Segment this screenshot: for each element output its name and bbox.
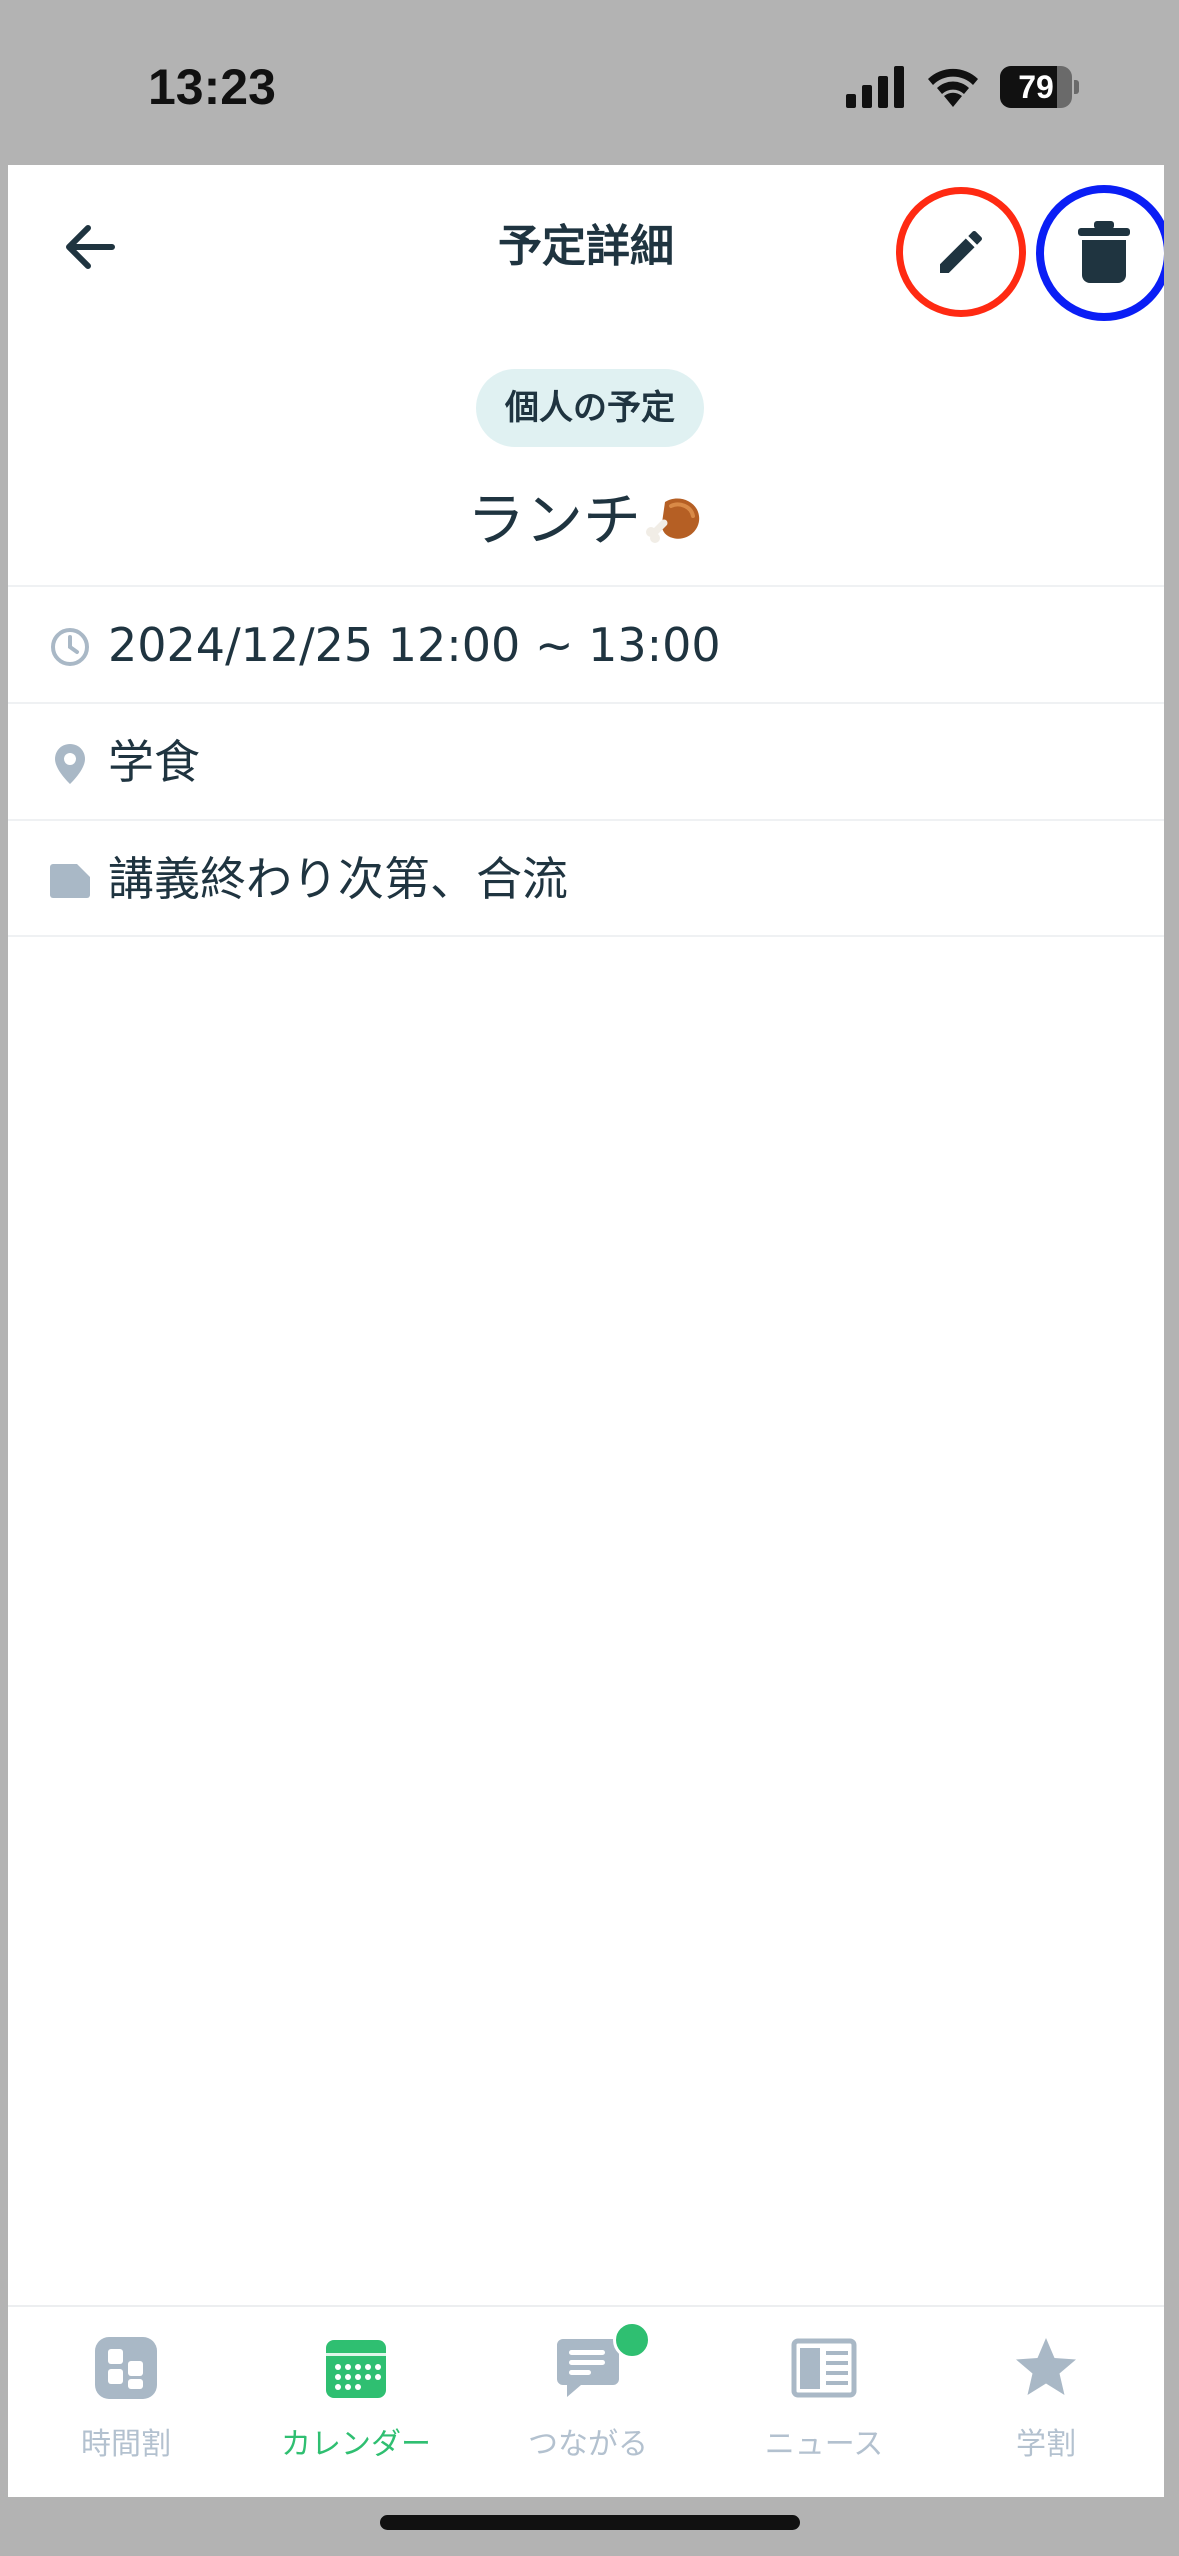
- tab-label: 学割: [1016, 2427, 1076, 2462]
- bottom-tab-bar: 時間割 カレンダー つながる ニュース 学割: [8, 2305, 1164, 2497]
- event-location: 学食: [108, 735, 200, 789]
- event-datetime: 2024/12/25 12:00 ~ 13:00: [108, 618, 721, 672]
- battery-level: 79: [1018, 69, 1054, 105]
- battery-indicator: 79: [1000, 66, 1080, 108]
- event-title-line: ランチ: [8, 475, 1164, 565]
- event-title: ランチ: [466, 486, 641, 554]
- cellular-signal-icon: [846, 66, 904, 108]
- tab-label: ニュース: [764, 2427, 884, 2462]
- trash-icon: [1078, 221, 1130, 283]
- tab-label: 時間割: [81, 2427, 171, 2462]
- tab-label: つながる: [528, 2427, 648, 2462]
- timetable-icon: [95, 2337, 157, 2399]
- tab-label: カレンダー: [281, 2427, 431, 2462]
- tab-news[interactable]: ニュース: [706, 2307, 942, 2497]
- category-badge: 個人の予定: [476, 369, 704, 447]
- tab-discount[interactable]: 学割: [928, 2307, 1164, 2497]
- note-icon: [50, 864, 90, 898]
- detail-row-note: 講義終わり次第、合流: [8, 819, 1164, 937]
- edit-button[interactable]: [896, 187, 1026, 317]
- detail-row-location: 学食: [8, 702, 1164, 820]
- location-pin-icon: [55, 744, 85, 784]
- chat-icon: [557, 2339, 619, 2397]
- tab-timetable[interactable]: 時間割: [8, 2307, 244, 2497]
- header-bar: 予定詳細: [8, 165, 1164, 325]
- notification-dot: [613, 2321, 651, 2359]
- pencil-icon: [940, 230, 983, 273]
- event-note: 講義終わり次第、合流: [108, 852, 568, 906]
- status-bar: 13:23 79: [0, 0, 1179, 165]
- clock-icon: [51, 628, 89, 666]
- row-divider: [8, 935, 1164, 937]
- status-time: 13:23: [148, 59, 276, 115]
- star-icon: [1016, 2338, 1076, 2395]
- tab-calendar[interactable]: カレンダー: [238, 2307, 474, 2497]
- tab-connect[interactable]: つながる: [470, 2307, 706, 2497]
- wifi-icon: [928, 68, 978, 107]
- app-screen: 予定詳細 個人の予定 ランチ 2024/12/25 12:00 ~ 13:00 …: [8, 165, 1164, 2497]
- poultry-leg-icon: [646, 498, 700, 543]
- delete-button[interactable]: [1036, 185, 1164, 321]
- calendar-icon: [326, 2340, 386, 2398]
- home-indicator[interactable]: [380, 2515, 800, 2530]
- detail-row-datetime: 2024/12/25 12:00 ~ 13:00: [8, 585, 1164, 703]
- news-icon: [791, 2338, 857, 2398]
